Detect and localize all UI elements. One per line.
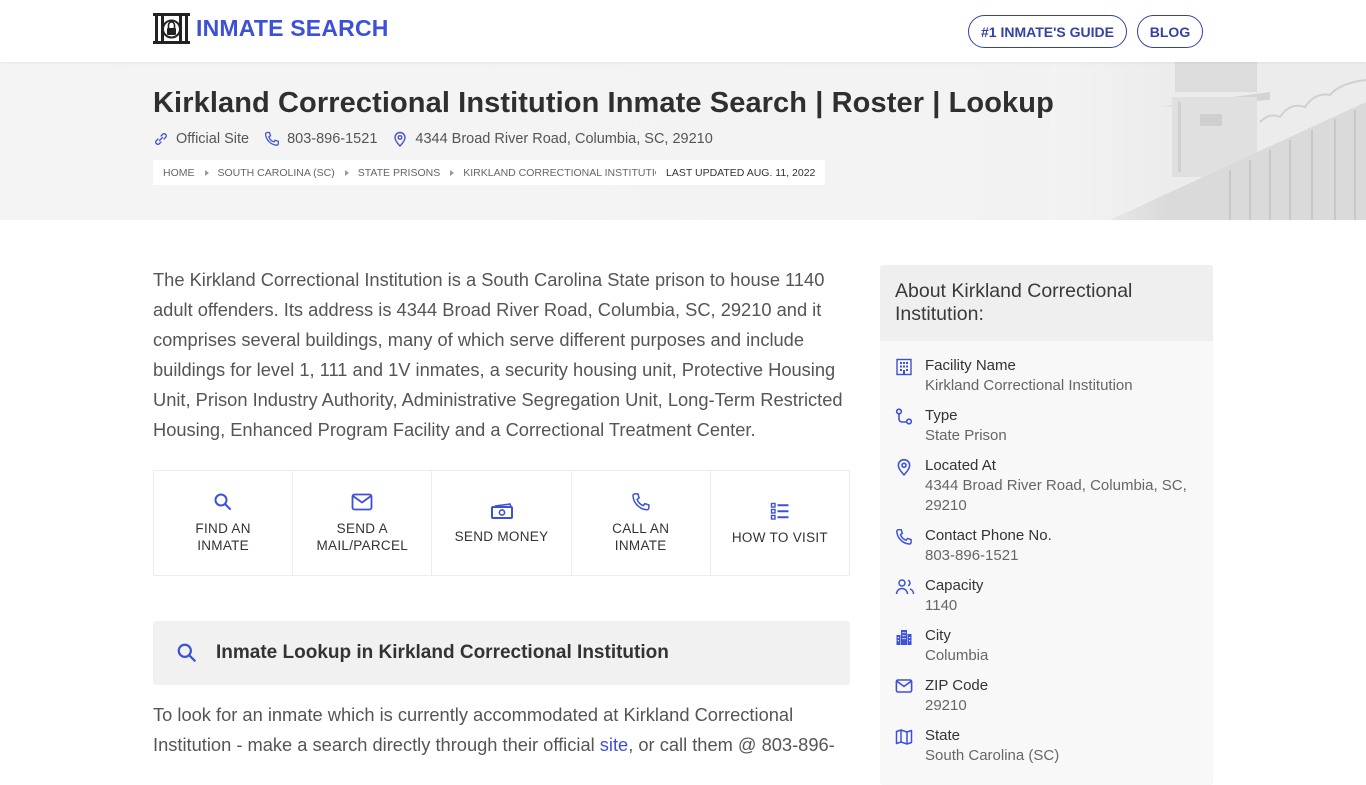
send-money-button[interactable]: SEND MONEY bbox=[432, 471, 572, 575]
lookup-text-after: , or call them @ 803-896- bbox=[628, 734, 835, 755]
detail-key: Contact Phone No. bbox=[925, 527, 1052, 544]
detail-type: Type State Prison bbox=[880, 406, 1213, 446]
detail-key: Capacity bbox=[925, 577, 984, 594]
facility-details-list: Facility Name Kirkland Correctional Insti… bbox=[880, 341, 1213, 766]
city-icon bbox=[896, 630, 912, 645]
send-money-label: SEND MONEY bbox=[454, 528, 549, 544]
detail-value: 4344 Broad River Road, Columbia, SC, 292… bbox=[925, 477, 1187, 514]
breadcrumb-separator-icon bbox=[204, 169, 209, 176]
mail-icon bbox=[351, 493, 373, 511]
detail-value: 29210 bbox=[925, 697, 967, 714]
list-icon bbox=[770, 502, 789, 520]
map-icon bbox=[895, 729, 913, 745]
mail-icon bbox=[895, 679, 913, 693]
find-inmate-button[interactable]: FIND AN INMATE bbox=[154, 471, 294, 575]
official-site-label: Official Site bbox=[176, 131, 250, 147]
search-icon bbox=[214, 493, 232, 510]
about-panel-title: About Kirkland Correctional Institution: bbox=[880, 265, 1213, 341]
users-icon bbox=[895, 579, 915, 595]
detail-key: Facility Name bbox=[925, 357, 1016, 374]
money-icon bbox=[490, 502, 513, 519]
phone-icon bbox=[631, 493, 650, 511]
breadcrumb: HOME SOUTH CAROLINA (SC) STATE PRISONS K… bbox=[153, 160, 681, 185]
action-tiles: FIND AN INMATE SEND A MAIL/PARCEL SEND M… bbox=[153, 470, 850, 576]
official-site-inline-link[interactable]: site bbox=[600, 734, 628, 755]
detail-key: Type bbox=[925, 407, 958, 424]
address: 4344 Broad River Road, Columbia, SC, 292… bbox=[392, 131, 713, 147]
detail-value: 803-896-1521 bbox=[925, 547, 1019, 564]
breadcrumb-separator-icon bbox=[344, 169, 349, 176]
detail-key: ZIP Code bbox=[925, 677, 989, 694]
breadcrumb-state-prisons[interactable]: STATE PRISONS bbox=[358, 167, 440, 179]
detail-facility-name: Facility Name Kirkland Correctional Insti… bbox=[880, 356, 1213, 396]
lookup-paragraph: To look for an inmate which is currently… bbox=[153, 700, 853, 760]
send-mail-button[interactable]: SEND A MAIL/PARCEL bbox=[293, 471, 433, 575]
detail-city: City Columbia bbox=[880, 626, 1213, 666]
call-inmate-label: CALL AN INMATE bbox=[612, 521, 670, 553]
detail-value: Columbia bbox=[925, 647, 989, 664]
how-to-visit-button[interactable]: HOW TO VISIT bbox=[711, 471, 849, 575]
top-navbar: INMATE SEARCH #1 INMATE'S GUIDE BLOG bbox=[0, 0, 1366, 62]
inmate-lookup-header: Inmate Lookup in Kirkland Correctional I… bbox=[153, 621, 850, 685]
detail-capacity: Capacity 1140 bbox=[880, 576, 1213, 616]
detail-key: State bbox=[925, 727, 961, 744]
last-updated-badge: LAST UPDATED AUG. 11, 2022 bbox=[656, 160, 826, 185]
building-icon bbox=[896, 358, 912, 376]
route-icon bbox=[895, 408, 913, 425]
call-inmate-button[interactable]: CALL AN INMATE bbox=[572, 471, 711, 575]
detail-value: South Carolina (SC) bbox=[925, 747, 1060, 764]
detail-zip-code: ZIP Code 29210 bbox=[880, 676, 1213, 716]
logo-text: INMATE SEARCH bbox=[196, 15, 389, 41]
inmate-lookup-title: Inmate Lookup in Kirkland Correctional I… bbox=[216, 642, 669, 663]
detail-located-at: Located At 4344 Broad River Road, Columbi… bbox=[880, 456, 1213, 516]
page-title: Kirkland Correctional Institution Inmate… bbox=[153, 87, 1054, 119]
location-pin-icon bbox=[394, 131, 407, 147]
breadcrumb-separator-icon bbox=[450, 169, 455, 176]
search-icon bbox=[177, 643, 196, 662]
breadcrumb-facility[interactable]: KIRKLAND CORRECTIONAL INSTITUTION bbox=[463, 167, 670, 179]
link-icon bbox=[155, 133, 167, 145]
address-text: 4344 Broad River Road, Columbia, SC, 292… bbox=[415, 131, 713, 147]
prison-tower-image bbox=[1050, 62, 1366, 220]
detail-key: Located At bbox=[925, 457, 996, 474]
phone-number: 803-896-1521 bbox=[287, 131, 378, 147]
facility-meta: Official Site 803-896-1521 4344 Broad Ri… bbox=[153, 131, 728, 147]
detail-state: State South Carolina (SC) bbox=[880, 726, 1213, 766]
detail-value: 1140 bbox=[925, 597, 958, 614]
find-inmate-label: FIND AN INMATE bbox=[195, 521, 251, 553]
intro-paragraph: The Kirkland Correctional Institution is… bbox=[153, 269, 843, 440]
phone-icon bbox=[265, 131, 280, 146]
hero-banner: Kirkland Correctional Institution Inmate… bbox=[0, 62, 1366, 220]
how-to-visit-label: HOW TO VISIT bbox=[731, 529, 828, 545]
blog-button[interactable]: BLOG bbox=[1137, 15, 1203, 48]
detail-key: City bbox=[925, 627, 951, 644]
inmates-guide-button[interactable]: #1 INMATE'S GUIDE bbox=[968, 15, 1127, 48]
breadcrumb-home[interactable]: HOME bbox=[163, 167, 195, 179]
phone-icon bbox=[896, 528, 912, 545]
official-site-link[interactable]: Official Site bbox=[153, 131, 249, 147]
detail-value: Kirkland Correctional Institution bbox=[925, 377, 1133, 394]
about-facility-panel: About Kirkland Correctional Institution:… bbox=[880, 265, 1213, 785]
breadcrumb-state[interactable]: SOUTH CAROLINA (SC) bbox=[218, 167, 335, 179]
location-pin-icon bbox=[897, 458, 911, 476]
jail-lock-icon bbox=[153, 13, 190, 44]
site-logo[interactable]: INMATE SEARCH bbox=[153, 13, 389, 44]
detail-contact-phone: Contact Phone No. 803-896-1521 bbox=[880, 526, 1213, 566]
detail-value: State Prison bbox=[925, 427, 1007, 444]
phone-link[interactable]: 803-896-1521 bbox=[264, 131, 377, 147]
send-mail-label: SEND A MAIL/PARCEL bbox=[316, 521, 409, 553]
